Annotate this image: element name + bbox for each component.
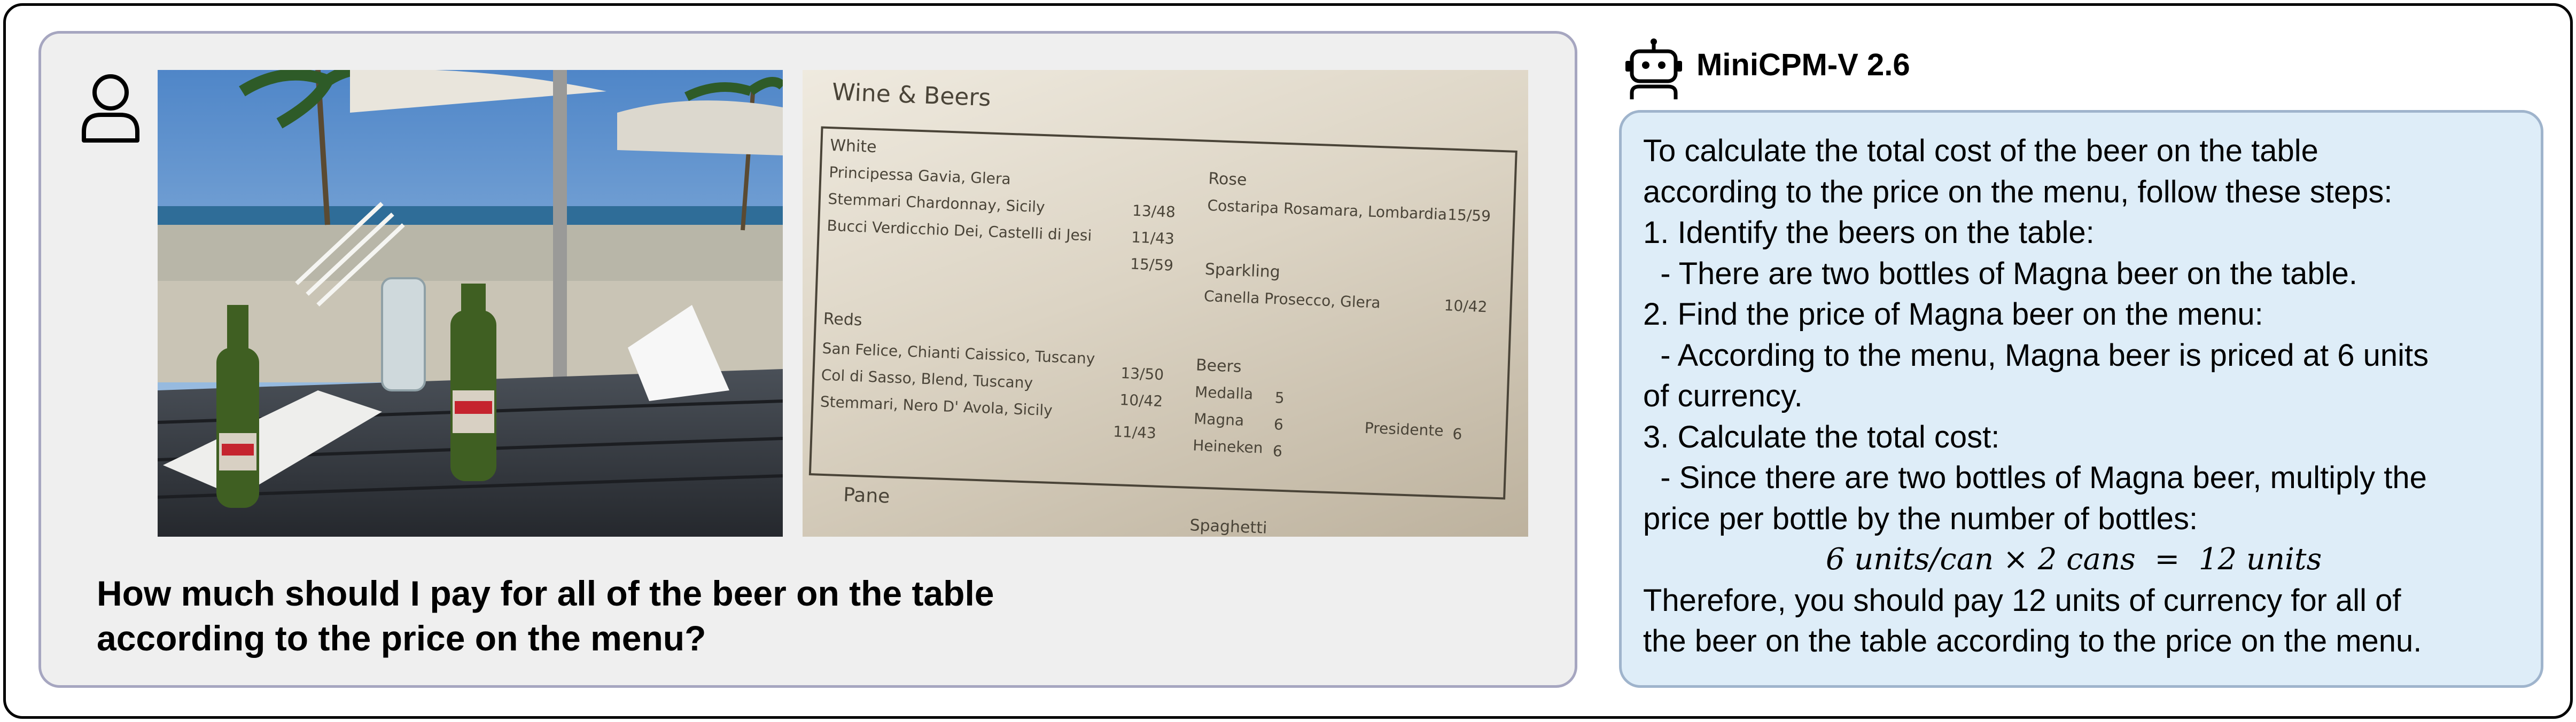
answer-formula: 6 units/can × 2 cans = 12 units	[1825, 542, 2322, 577]
user-question: How much should I pay for all of the bee…	[97, 571, 1486, 661]
menu-white-item-1: Principessa Gavia, Glera	[829, 163, 1011, 188]
answer-conclusion-2: the beer on the table according to the p…	[1643, 624, 2422, 658]
menu-sparkling-price: 10/42	[1444, 296, 1488, 316]
answer-line-3: 1. Identify the beers on the table:	[1643, 215, 2095, 250]
answer-line-9: - Since there are two bottles of Magna b…	[1643, 460, 2427, 495]
menu-white-item-3: Bucci Verdicchio Dei, Castelli di Jesi	[827, 217, 1092, 245]
answer-line-6: - According to the menu, Magna beer is p…	[1643, 338, 2429, 373]
menu-reds-item-1: San Felice, Chianti Caissico, Tuscany	[822, 340, 1095, 368]
menu-rose-price: 15/59	[1447, 206, 1491, 225]
menu-reds-heading: Reds	[823, 310, 862, 330]
menu-beer-4-price: 6	[1452, 425, 1462, 443]
question-line-1: How much should I pay for all of the bee…	[97, 574, 994, 613]
menu-reds-item-3: Stemmari, Nero D' Avola, Sicily	[820, 393, 1053, 419]
menu-spaghetti: Spaghetti	[1189, 516, 1267, 537]
menu-sparkling-item: Canella Prosecco, Glera	[1203, 287, 1381, 312]
robot-icon	[1625, 38, 1682, 99]
menu-reds-price-2: 10/42	[1119, 391, 1163, 410]
menu-white-price-4: 15/59	[1130, 255, 1174, 274]
answer-line-10: price per bottle by the number of bottle…	[1643, 501, 2198, 536]
model-answer-panel: To calculate the total cost of the beer …	[1619, 110, 2543, 688]
answer-line-4: - There are two bottles of Magna beer on…	[1643, 256, 2357, 291]
answer-line-2: according to the price on the menu, foll…	[1643, 174, 2393, 209]
menu-photo: Wine & Beers White Principessa Gavia, Gl…	[803, 70, 1528, 537]
table-photo	[158, 70, 783, 537]
menu-rose-item: Costaripa Rosamara, Lombardia	[1207, 197, 1447, 223]
question-line-2: according to the price on the menu?	[97, 618, 706, 658]
menu-beers-heading: Beers	[1195, 356, 1242, 376]
menu-white-price-2: 13/48	[1132, 202, 1176, 221]
menu-white-price-3: 11/43	[1131, 229, 1175, 248]
menu-white-item-2: Stemmari Chardonnay, Sicily	[828, 190, 1045, 216]
menu-white-heading: White	[830, 136, 877, 156]
answer-conclusion-1: Therefore, you should pay 12 units of cu…	[1643, 583, 2401, 618]
menu-beer-1-price: 5	[1274, 389, 1285, 407]
menu-reds-price-3: 11/43	[1113, 423, 1157, 442]
answer-line-7: of currency.	[1643, 379, 1803, 413]
answer-line-1: To calculate the total cost of the beer …	[1643, 134, 2318, 168]
menu-beer-2-price: 6	[1273, 415, 1283, 434]
menu-pane: Pane	[843, 484, 890, 507]
user-message-panel: Wine & Beers White Principessa Gavia, Gl…	[38, 31, 1577, 688]
menu-title: Wine & Beers	[831, 79, 991, 112]
menu-reds-item-2: Col di Sasso, Blend, Tuscany	[821, 366, 1033, 392]
menu-sparkling-heading: Sparkling	[1204, 260, 1280, 281]
menu-beer-3-price: 6	[1272, 442, 1282, 460]
model-name: MiniCPM-V 2.6	[1696, 48, 1910, 82]
user-icon	[82, 74, 139, 143]
answer-line-5: 2. Find the price of Magna beer on the m…	[1643, 297, 2263, 332]
menu-beer-3-name: Heineken	[1193, 436, 1263, 457]
menu-reds-price-1: 13/50	[1120, 364, 1164, 383]
answer-line-8: 3. Calculate the total cost:	[1643, 419, 2000, 454]
menu-beer-1-name: Medalla	[1195, 383, 1254, 403]
beer-bottle-2	[450, 284, 496, 481]
menu-beer-2-name: Magna	[1194, 410, 1244, 429]
menu-rose-heading: Rose	[1208, 169, 1247, 190]
menu-beer-4-name: Presidente	[1364, 419, 1444, 440]
